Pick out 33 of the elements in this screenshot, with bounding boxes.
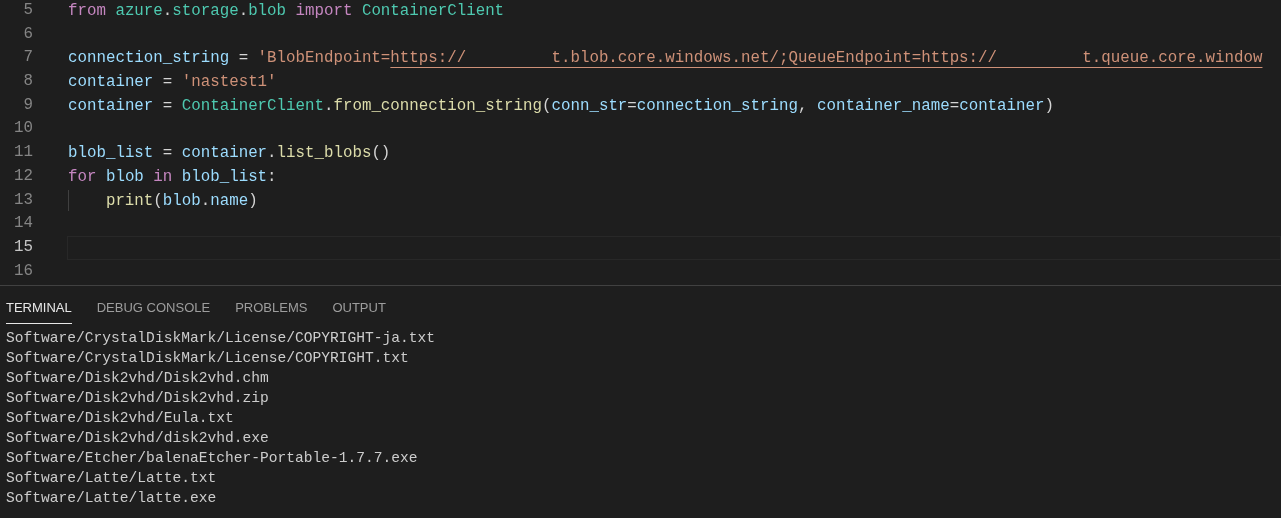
line-number: 11 bbox=[13, 142, 33, 164]
code-line: for blob in blob_list: bbox=[68, 166, 277, 188]
line-number: 14 bbox=[13, 213, 33, 235]
code-line: connection_string = 'BlobEndpoint=https:// t.blob.core.windows.net/;QueueEndpoint=https:// t.queue.core.window bbox=[68, 48, 1263, 70]
line-number: 15 bbox=[13, 236, 33, 258]
panel-tab[interactable]: PROBLEMS bbox=[235, 300, 308, 324]
line-number: 16 bbox=[13, 260, 33, 282]
terminal-output-line: Software/CrystalDiskMark/License/COPYRIGHT.txt bbox=[6, 349, 410, 368]
panel-tab[interactable]: TERMINAL bbox=[6, 300, 72, 324]
code-editor[interactable] bbox=[0, 0, 1281, 286]
terminal-output-line: Software/Disk2vhd/disk2vhd.exe bbox=[6, 429, 270, 448]
line-number: 10 bbox=[13, 118, 33, 140]
terminal-output-line: Software/Disk2vhd/Eula.txt bbox=[6, 409, 235, 428]
code-line: container = 'nastest1' bbox=[68, 72, 277, 93]
terminal-output-line: Software/CrystalDiskMark/License/COPYRIGHT-ja.txt bbox=[6, 329, 437, 348]
terminal-output-line: Software/Disk2vhd/Disk2vhd.zip bbox=[6, 389, 270, 408]
line-number: 7 bbox=[22, 47, 33, 69]
code-line: container = ContainerClient.from_connection_string(conn_str=connection_string, container_name=container) bbox=[68, 95, 1054, 117]
line-number: 8 bbox=[22, 71, 33, 93]
terminal-output-line: Software/Latte/latte.exe bbox=[6, 489, 218, 508]
line-number: 9 bbox=[22, 94, 33, 116]
terminal-output-line: Software/Latte/Latte.txt bbox=[6, 469, 218, 488]
line-number: 5 bbox=[22, 0, 33, 21]
line-number: 12 bbox=[13, 165, 33, 187]
terminal-output-line: Software/Disk2vhd/Disk2vhd.chm bbox=[6, 369, 270, 388]
code-line: blob_list = container.list_blobs() bbox=[68, 143, 391, 164]
line-number: 6 bbox=[22, 23, 33, 45]
line-number: 13 bbox=[13, 189, 33, 211]
code-line: print(blob.name) bbox=[105, 190, 258, 212]
panel-tab[interactable]: OUTPUT bbox=[332, 300, 386, 324]
code-line: from azure.storage.blob import ContainerClient bbox=[68, 1, 505, 22]
panel-tab[interactable]: DEBUG CONSOLE bbox=[96, 300, 211, 324]
terminal-output-line: Software/Etcher/balenaEtcher-Portable-1.7.7.exe bbox=[6, 449, 419, 468]
